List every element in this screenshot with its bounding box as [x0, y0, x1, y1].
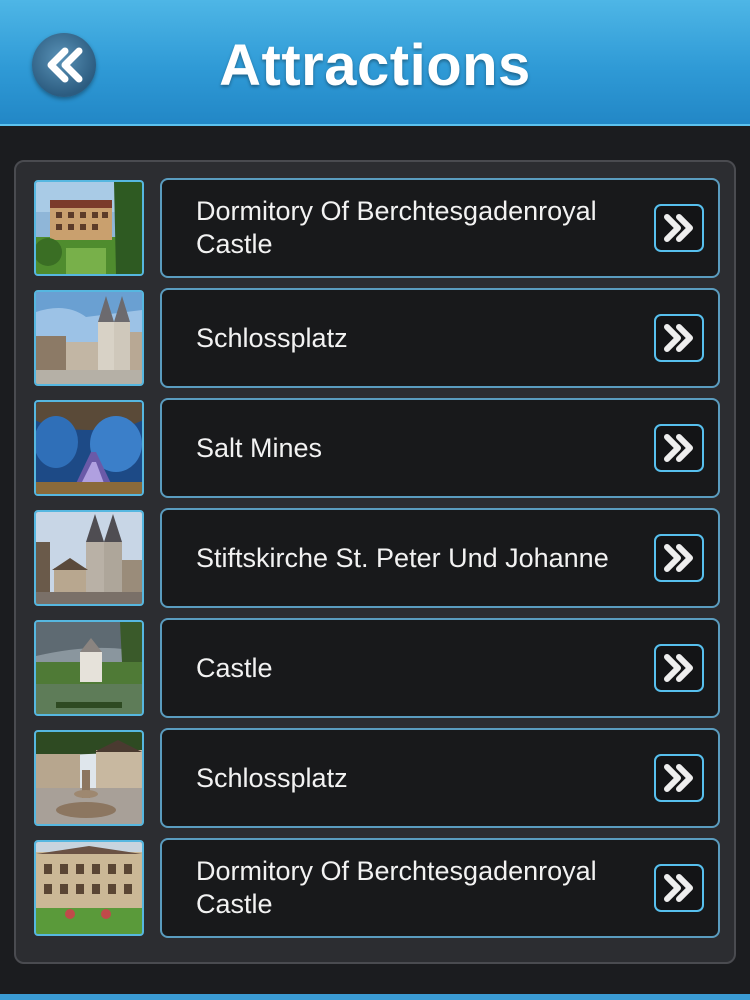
- attraction-thumbnail[interactable]: [34, 730, 144, 826]
- attraction-card[interactable]: Salt Mines: [160, 398, 720, 498]
- double-chevron-right-icon: [664, 764, 693, 792]
- open-attraction-button[interactable]: [654, 864, 704, 912]
- list-item[interactable]: Schlossplatz: [34, 728, 720, 828]
- attraction-name: Castle: [196, 652, 273, 683]
- attraction-card[interactable]: Castle: [160, 618, 720, 718]
- attraction-thumbnail[interactable]: [34, 840, 144, 936]
- bottom-accent-bar: [0, 994, 750, 1000]
- attraction-card[interactable]: Schlossplatz: [160, 728, 720, 828]
- attraction-card[interactable]: Schlossplatz: [160, 288, 720, 388]
- attraction-name: Dormitory Of Berchtesgadenroyal Castle: [196, 856, 597, 919]
- attractions-list: Dormitory Of Berchtesgadenroyal Castle S…: [14, 160, 736, 964]
- attraction-name: Schlossplatz: [196, 762, 348, 793]
- list-item[interactable]: Dormitory Of Berchtesgadenroyal Castle: [34, 838, 720, 938]
- list-item[interactable]: Castle: [34, 618, 720, 718]
- list-item[interactable]: Salt Mines: [34, 398, 720, 498]
- double-chevron-right-icon: [664, 434, 693, 462]
- attraction-thumbnail[interactable]: [34, 180, 144, 276]
- list-item[interactable]: Stiftskirche St. Peter Und Johanne: [34, 508, 720, 608]
- attraction-thumbnail[interactable]: [34, 290, 144, 386]
- attraction-name: Salt Mines: [196, 432, 323, 463]
- attraction-card[interactable]: Dormitory Of Berchtesgadenroyal Castle: [160, 178, 720, 278]
- double-chevron-right-icon: [664, 324, 693, 352]
- open-attraction-button[interactable]: [654, 314, 704, 362]
- attraction-card[interactable]: Dormitory Of Berchtesgadenroyal Castle: [160, 838, 720, 938]
- attraction-name: Stiftskirche St. Peter Und Johanne: [196, 542, 609, 573]
- attraction-thumbnail[interactable]: [34, 620, 144, 716]
- page-title: Attractions: [219, 33, 531, 98]
- attraction-name: Schlossplatz: [196, 322, 348, 353]
- open-attraction-button[interactable]: [654, 204, 704, 252]
- app-header: Attractions: [0, 0, 750, 126]
- attraction-thumbnail[interactable]: [34, 510, 144, 606]
- attraction-name: Dormitory Of Berchtesgadenroyal Castle: [196, 196, 597, 259]
- attraction-thumbnail[interactable]: [34, 400, 144, 496]
- list-item[interactable]: Schlossplatz: [34, 288, 720, 388]
- open-attraction-button[interactable]: [654, 424, 704, 472]
- double-chevron-right-icon: [664, 654, 693, 682]
- open-attraction-button[interactable]: [654, 534, 704, 582]
- double-chevron-right-icon: [664, 874, 693, 902]
- double-chevron-right-icon: [664, 214, 693, 242]
- double-chevron-right-icon: [664, 544, 693, 572]
- attraction-card[interactable]: Stiftskirche St. Peter Und Johanne: [160, 508, 720, 608]
- open-attraction-button[interactable]: [654, 644, 704, 692]
- open-attraction-button[interactable]: [654, 754, 704, 802]
- list-item[interactable]: Dormitory Of Berchtesgadenroyal Castle: [34, 178, 720, 278]
